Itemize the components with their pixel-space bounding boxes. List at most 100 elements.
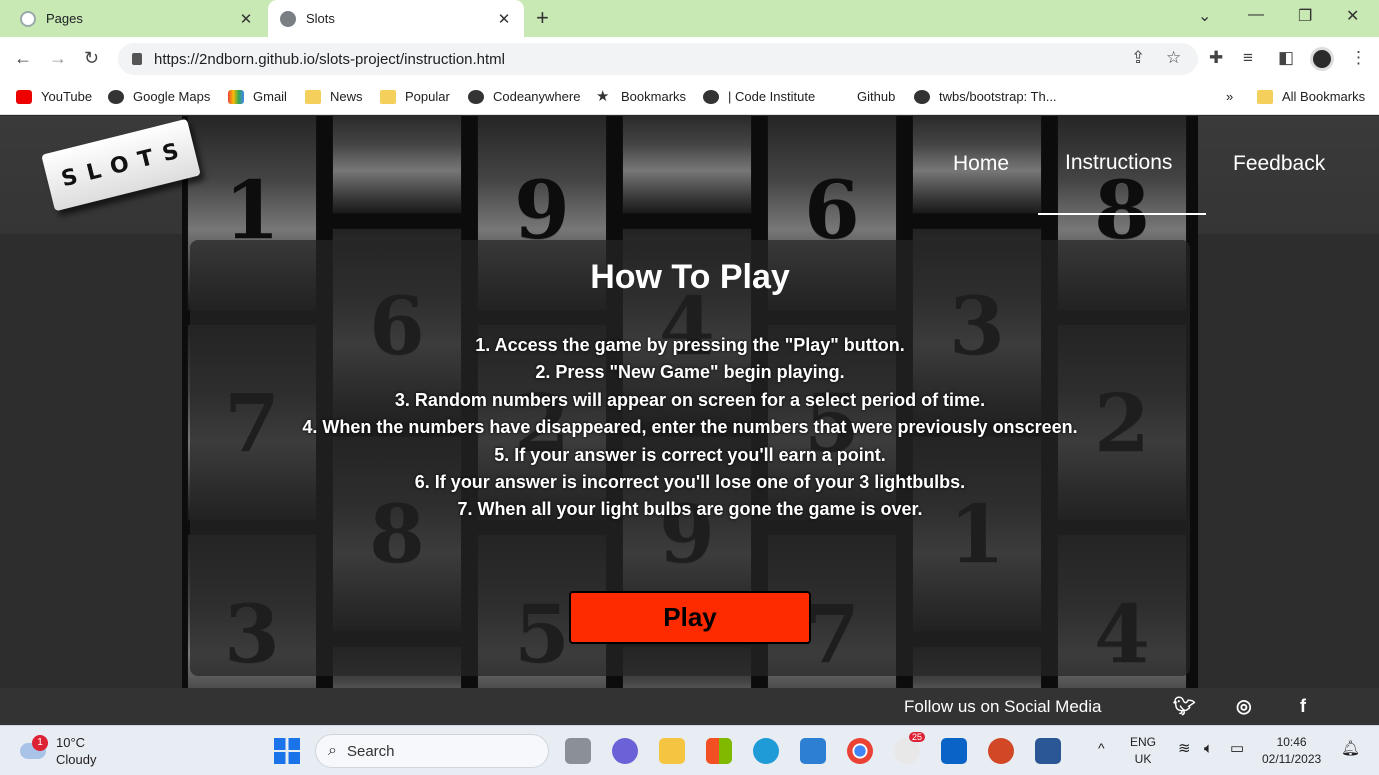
instruction-step: 6. If your answer is incorrect you'll lo… <box>414 472 966 493</box>
side-panel-icon[interactable]: ◧ <box>1278 48 1294 68</box>
maximize-button[interactable]: ❐ <box>1298 6 1312 26</box>
bookmark-label: Bookmarks <box>621 89 687 104</box>
slack-icon[interactable]: 25 <box>894 732 926 764</box>
bookmark-label: Gmail <box>253 89 287 104</box>
active-nav-underline <box>1038 213 1206 215</box>
address-bar[interactable]: https://2ndborn.github.io/slots-project/… <box>118 43 1198 75</box>
outlook-icon[interactable] <box>941 738 967 764</box>
facebook-icon[interactable]: f <box>1300 696 1306 717</box>
bookmarks-overflow-button[interactable]: » <box>1226 89 1233 104</box>
edge-icon[interactable] <box>753 738 779 764</box>
microsoft-store-icon[interactable] <box>706 738 732 764</box>
globe-icon <box>280 10 296 27</box>
minimize-button[interactable]: — <box>1248 6 1264 24</box>
task-view-icon[interactable] <box>565 738 591 764</box>
bookmark-youtube[interactable]: YouTube <box>16 89 92 104</box>
bookmark-label: twbs/bootstrap: Th... <box>939 89 1057 104</box>
volume-icon[interactable]: 🔈︎ <box>1204 740 1213 757</box>
overflow-label: » <box>1226 89 1234 104</box>
nav-instructions[interactable]: Instructions <box>1065 151 1172 175</box>
twitter-icon[interactable]: 🐦︎ <box>1173 696 1196 717</box>
page-footer: Follow us on Social Media 🐦︎ ◎ f <box>0 688 1379 725</box>
back-button[interactable]: ← <box>14 48 32 69</box>
clock-time: 10:46 <box>1276 735 1307 749</box>
bookmark-twbs-bootstrap[interactable]: twbs/bootstrap: Th... <box>914 89 1057 104</box>
clock[interactable]: 10:46 02/11/2023 <box>1262 734 1321 768</box>
url-text: https://2ndborn.github.io/slots-project/… <box>154 50 506 68</box>
instruction-step: 3. Random numbers will appear on screen … <box>394 389 986 410</box>
bookmark-code-institute[interactable]: | Code Institute <box>703 89 815 104</box>
language-indicator[interactable]: ENG UK <box>1130 734 1156 768</box>
word-icon[interactable] <box>1035 738 1061 764</box>
page-title: How To Play <box>590 258 790 296</box>
instruction-list: 1. Access the game by pressing the "Play… <box>190 332 1190 524</box>
nav-home[interactable]: Home <box>953 152 1009 176</box>
bookmark-label: News <box>330 89 363 104</box>
bookmark-star-icon[interactable]: ☆ <box>1166 48 1181 68</box>
bookmark-label: YouTube <box>41 89 93 104</box>
powerpoint-icon[interactable] <box>988 738 1014 764</box>
bookmark-bookmarks[interactable]: ★ Bookmarks <box>596 87 687 105</box>
menu-icon[interactable]: ⋮ <box>1350 48 1367 68</box>
youtube-icon <box>16 89 32 104</box>
chrome-icon[interactable] <box>847 738 873 764</box>
bookmark-codeanywhere[interactable]: Codeanywhere <box>468 89 580 104</box>
taskbar-search[interactable]: ⌕ Search <box>315 734 549 768</box>
folder-icon <box>1257 89 1273 104</box>
forward-button[interactable]: → <box>49 48 67 69</box>
close-window-button[interactable]: ✕ <box>1346 6 1359 26</box>
bookmark-label: All Bookmarks <box>1282 89 1366 104</box>
instruction-step: 2. Press "New Game" begin playing. <box>535 362 845 383</box>
reload-button[interactable]: ↻ <box>84 48 99 69</box>
bookmark-google-maps[interactable]: Google Maps <box>108 89 210 104</box>
windows-start-icon[interactable] <box>274 738 300 764</box>
bookmark-github[interactable]: Github <box>857 89 895 104</box>
battery-icon[interactable]: ▭ <box>1230 740 1244 757</box>
profile-avatar[interactable] <box>1310 47 1334 71</box>
tab-pages[interactable]: Pages ✕ <box>8 0 266 37</box>
play-button[interactable]: Play <box>569 591 811 644</box>
weather-desc: Cloudy <box>56 752 97 767</box>
extensions-icon[interactable]: ✚ <box>1209 48 1223 68</box>
myhp-icon[interactable] <box>800 738 826 764</box>
teams-chat-icon[interactable] <box>612 738 638 764</box>
clock-date: 02/11/2023 <box>1262 752 1322 766</box>
bookmark-label: Github <box>857 89 896 104</box>
wifi-icon[interactable]: ≋ <box>1178 740 1191 757</box>
bookmark-label: Popular <box>405 89 450 104</box>
bookmark-news[interactable]: News <box>305 89 363 104</box>
cloud-icon: 1 <box>20 735 48 759</box>
reading-list-icon[interactable]: ≡ <box>1243 48 1253 68</box>
bookmark-popular[interactable]: Popular <box>380 89 450 104</box>
browser-tab-strip: Pages ✕ Slots ✕ + ⌄ — ❐ ✕ <box>0 0 1379 37</box>
bookmark-gmail[interactable]: Gmail <box>228 89 287 104</box>
gmail-icon <box>228 89 244 104</box>
file-explorer-icon[interactable] <box>659 738 685 764</box>
instagram-icon[interactable]: ◎ <box>1236 696 1252 717</box>
all-bookmarks-button[interactable]: All Bookmarks <box>1257 89 1365 104</box>
search-icon: ⌕ <box>328 742 337 759</box>
instruction-step: 4. When the numbers have disappeared, en… <box>302 417 1078 438</box>
instruction-step: 5. If your answer is correct you'll earn… <box>494 444 886 465</box>
share-icon[interactable]: ⇪ <box>1131 48 1145 68</box>
star-icon: ★ <box>596 87 610 105</box>
notification-bell-icon[interactable]: 🔔︎ <box>1341 740 1360 757</box>
lang-top: ENG <box>1130 735 1157 749</box>
new-tab-button[interactable]: + <box>536 5 549 31</box>
close-icon[interactable]: ✕ <box>496 10 512 28</box>
globe-icon <box>108 89 124 104</box>
nav-feedback[interactable]: Feedback <box>1233 152 1325 176</box>
lock-icon <box>132 53 142 65</box>
logo-letter: T <box>135 144 158 173</box>
globe-icon <box>914 89 930 104</box>
chevron-up-icon[interactable]: ^ <box>1098 740 1105 757</box>
search-label: Search <box>346 742 395 760</box>
tab-search-icon[interactable]: ⌄ <box>1198 6 1211 26</box>
logo-letter: S <box>159 138 184 167</box>
close-icon[interactable]: ✕ <box>238 10 254 28</box>
tab-title: Slots <box>306 11 335 26</box>
weather-widget[interactable]: 1 10°C Cloudy <box>20 734 96 768</box>
tab-slots[interactable]: Slots ✕ <box>268 0 524 37</box>
slack-badge: 25 <box>909 732 926 742</box>
bookmarks-bar: YouTube Google Maps Gmail News Popular C… <box>0 81 1379 115</box>
